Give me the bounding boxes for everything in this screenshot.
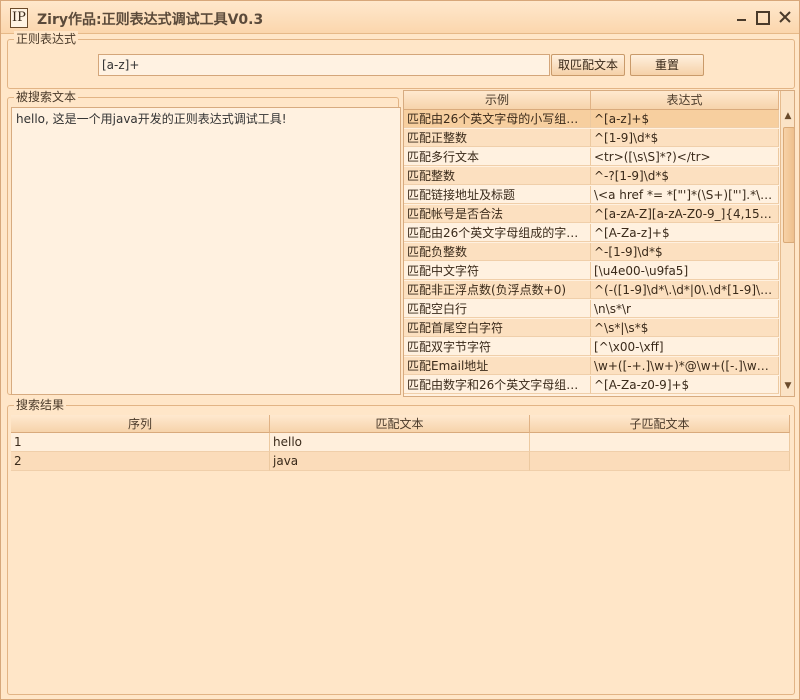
window-title: Ziry作品:正则表达式调试工具V0.3 [37,12,264,28]
column-header-example[interactable]: 示例 [404,91,591,110]
table-row[interactable]: 匹配多行文本 <tr>([\s\S]*?)</tr> [404,148,779,167]
example-cell: 匹配首尾空白字符 [404,319,591,337]
minimize-icon [737,19,746,21]
expression-cell: \n\s*\r [591,300,779,318]
table-row[interactable]: 匹配正整数 ^[1-9]\d*$ [404,129,779,148]
example-cell: 匹配由数字和26个英文字母组成的字符串 [404,376,591,394]
column-header-expression[interactable]: 表达式 [591,91,779,110]
example-cell: 匹配多行文本 [404,148,591,166]
example-cell: 匹配负整数 [404,243,591,261]
example-cell: 匹配中文字符 [404,262,591,280]
regex-input[interactable]: [a-z]+ [98,54,550,76]
example-cell: 匹配由26个英文字母组成的字符串 [404,224,591,242]
table-row[interactable]: 匹配中文字符 [\u4e00-\u9fa5] [404,262,779,281]
close-button[interactable] [775,7,795,27]
regex-group-title: 正则表达式 [14,31,79,47]
expression-cell: ^(-([1-9]\d*\.\d*|0\.\d*[1-9]\d*))|0?\.0… [591,281,779,299]
table-row[interactable]: 匹配帐号是否合法^[a-zA-Z][a-zA-Z0-9_]{4,15}$ (字母… [404,205,779,224]
examples-table-header: 示例 表达式 [404,91,779,110]
index-cell: 1 [11,433,270,452]
results-group-title: 搜索结果 [14,397,67,413]
table-row[interactable]: 匹配非正浮点数(负浮点数+0) ^(-([1-9]\d*\.\d*|0\.\d*[… [404,281,779,300]
maximize-icon [756,11,770,25]
table-row[interactable]: 匹配负整数 ^-[1-9]\d*$ [404,243,779,262]
title-bar[interactable]: IP Ziry作品:正则表达式调试工具V0.3 [1,1,799,34]
expression-cell: <tr>([\s\S]*?)</tr> [591,148,779,166]
table-row[interactable]: 匹配由26个英文字母的小写组成的字符串^[a-z]+$ [404,110,779,129]
table-row[interactable]: 匹配由26个英文字母组成的字符串 ^[A-Za-z]+$ [404,224,779,243]
expression-cell: [\u4e00-\u9fa5] [591,262,779,280]
scroll-down-icon[interactable]: ▼ [781,379,794,393]
results-rows: 1 hello 2 java [11,433,790,471]
example-cell: 匹配帐号是否合法 [404,205,591,223]
example-cell: 匹配非正浮点数(负浮点数+0) [404,281,591,299]
expression-cell: \w+([-+.]\w+)*@\w+([-.]\w+)*\.\w+([-.]\w… [591,357,779,375]
results-table: 序列 匹配文本 子匹配文本 1 hello 2 java [11,415,790,471]
match-text-cell: hello [270,433,530,452]
take-match-text-button[interactable]: 取匹配文本 [551,54,625,76]
search-text-area[interactable]: hello, 这是一个用java开发的正则表达式调试工具! [11,107,401,395]
example-cell: 匹配双字节字符 [404,338,591,356]
table-row[interactable]: 匹配链接地址及标题 \<a href *= *["']*(\S+)["'].*\>… [404,186,779,205]
column-header-submatch-text[interactable]: 子匹配文本 [530,415,790,433]
examples-table: 示例 表达式 匹配由26个英文字母的小写组成的字符串^[a-z]+$匹配正整数^… [403,90,795,397]
expression-cell: ^[a-z]+$ [591,110,779,128]
table-row[interactable]: 匹配双字节字符 [^\x00-\xff] [404,338,779,357]
example-cell: 匹配由26个英文字母的小写组成的字符串 [404,110,591,128]
table-row[interactable]: 匹配首尾空白字符 ^\s*|\s*$ [404,319,779,338]
table-row[interactable]: 匹配整数 ^-?[1-9]\d*$ [404,167,779,186]
main-window: IP Ziry作品:正则表达式调试工具V0.3 正则表达式 [a-z]+ 取匹配… [0,0,800,700]
example-cell: 匹配整数 [404,167,591,185]
examples-rows: 匹配由26个英文字母的小写组成的字符串^[a-z]+$匹配正整数^[1-9]\d… [404,110,779,395]
table-row[interactable]: 匹配由数字和26个英文字母组成的字符串^[A-Za-z0-9]+$ [404,376,779,395]
expression-cell: ^-?[1-9]\d*$ [591,167,779,185]
expression-cell: ^-[1-9]\d*$ [591,243,779,261]
submatch-text-cell [530,452,790,471]
submatch-text-cell [530,433,790,452]
expression-cell: \<a href *= *["']*(\S+)["'].*\>(.[^\<]*)… [591,186,779,204]
column-header-match-text[interactable]: 匹配文本 [270,415,530,433]
maximize-button[interactable] [752,7,772,27]
expression-cell: [^\x00-\xff] [591,338,779,356]
table-row[interactable]: 2 java [11,452,790,471]
expression-cell: ^[1-9]\d*$ [591,129,779,147]
index-cell: 2 [11,452,270,471]
column-header-index[interactable]: 序列 [11,415,270,433]
expression-cell: ^\s*|\s*$ [591,319,779,337]
example-cell: 匹配链接地址及标题 [404,186,591,204]
expression-cell: ^[A-Za-z0-9]+$ [591,376,779,394]
minimize-button[interactable] [731,7,751,27]
table-row[interactable]: 1 hello [11,433,790,452]
table-row[interactable]: 匹配空白行 \n\s*\r [404,300,779,319]
expression-cell: ^[a-zA-Z][a-zA-Z0-9_]{4,15}$ (字母开头，允许5-1… [591,205,779,223]
example-cell: 匹配空白行 [404,300,591,318]
close-icon [779,11,791,23]
expression-cell: ^[A-Za-z]+$ [591,224,779,242]
example-cell: 匹配Email地址 [404,357,591,375]
scrollbar-thumb[interactable] [783,127,794,243]
scroll-up-icon[interactable]: ▲ [781,109,794,123]
match-text-cell: java [270,452,530,471]
example-cell: 匹配正整数 [404,129,591,147]
app-icon: IP [10,8,28,28]
reset-button[interactable]: 重置 [630,54,704,76]
examples-scrollbar[interactable]: ▲ ▼ [780,91,794,396]
search-text-group-title: 被搜索文本 [14,89,79,105]
results-table-header: 序列 匹配文本 子匹配文本 [11,415,790,433]
table-row[interactable]: 匹配Email地址\w+([-+.]\w+)*@\w+([-.]\w+)*\.\… [404,357,779,376]
